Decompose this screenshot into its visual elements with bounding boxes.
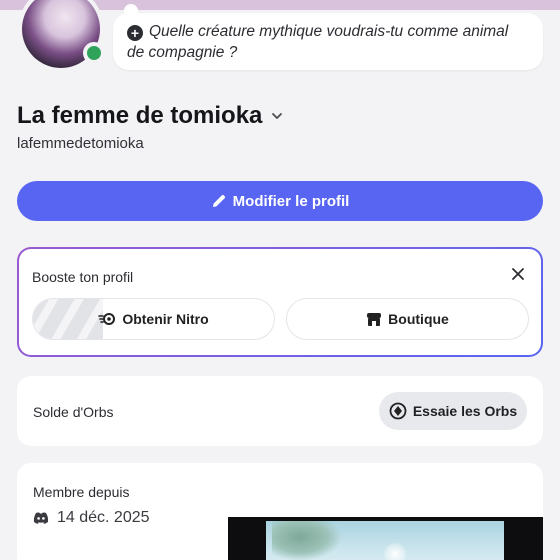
status-bubble-text: Quelle créature mythique voudrais-tu com… xyxy=(127,23,509,61)
close-icon[interactable] xyxy=(511,267,525,281)
try-orbs-button[interactable]: Essaie les Orbs xyxy=(379,392,527,430)
shop-button[interactable]: Boutique xyxy=(286,298,529,340)
status-bubble[interactable]: + Quelle créature mythique voudrais-tu co… xyxy=(113,13,543,70)
pencil-icon xyxy=(212,194,225,207)
try-orbs-label: Essaie les Orbs xyxy=(412,403,518,419)
member-since-date: 14 déc. 2025 xyxy=(57,509,150,526)
orbs-balance-label: Solde d'Orbs xyxy=(33,404,114,420)
video-frame xyxy=(266,521,504,560)
video-tree xyxy=(272,521,342,560)
shop-label: Boutique xyxy=(388,311,449,327)
get-nitro-button[interactable]: Obtenir Nitro xyxy=(32,298,275,340)
boost-title: Booste ton profil xyxy=(32,269,134,285)
get-nitro-label: Obtenir Nitro xyxy=(122,311,209,327)
boost-profile-card: Booste ton profil Obtenir Nitro Boutique xyxy=(17,247,543,357)
discord-icon xyxy=(33,512,49,524)
display-name-row[interactable]: La femme de tomioka xyxy=(17,102,284,130)
video-sun xyxy=(384,543,406,560)
shop-icon xyxy=(367,313,382,326)
edit-profile-button[interactable]: Modifier le profil xyxy=(17,181,543,221)
edit-profile-label: Modifier le profil xyxy=(232,192,350,210)
online-status-indicator xyxy=(83,42,105,64)
orb-icon xyxy=(389,402,407,420)
chevron-down-icon xyxy=(272,113,283,119)
display-name: La femme de tomioka xyxy=(17,102,263,129)
member-since-label: Membre depuis xyxy=(33,484,130,500)
nitro-icon xyxy=(98,313,116,325)
nitro-shimmer xyxy=(33,299,103,339)
orbs-balance-card: Solde d'Orbs Essaie les Orbs xyxy=(17,376,543,446)
username: lafemmedetomioka xyxy=(17,135,144,152)
boost-profile-card-body: Booste ton profil Obtenir Nitro Boutique xyxy=(19,249,541,355)
member-since-date-row: 14 déc. 2025 xyxy=(33,509,150,527)
add-status-icon: + xyxy=(127,25,143,41)
video-player[interactable] xyxy=(228,517,543,560)
